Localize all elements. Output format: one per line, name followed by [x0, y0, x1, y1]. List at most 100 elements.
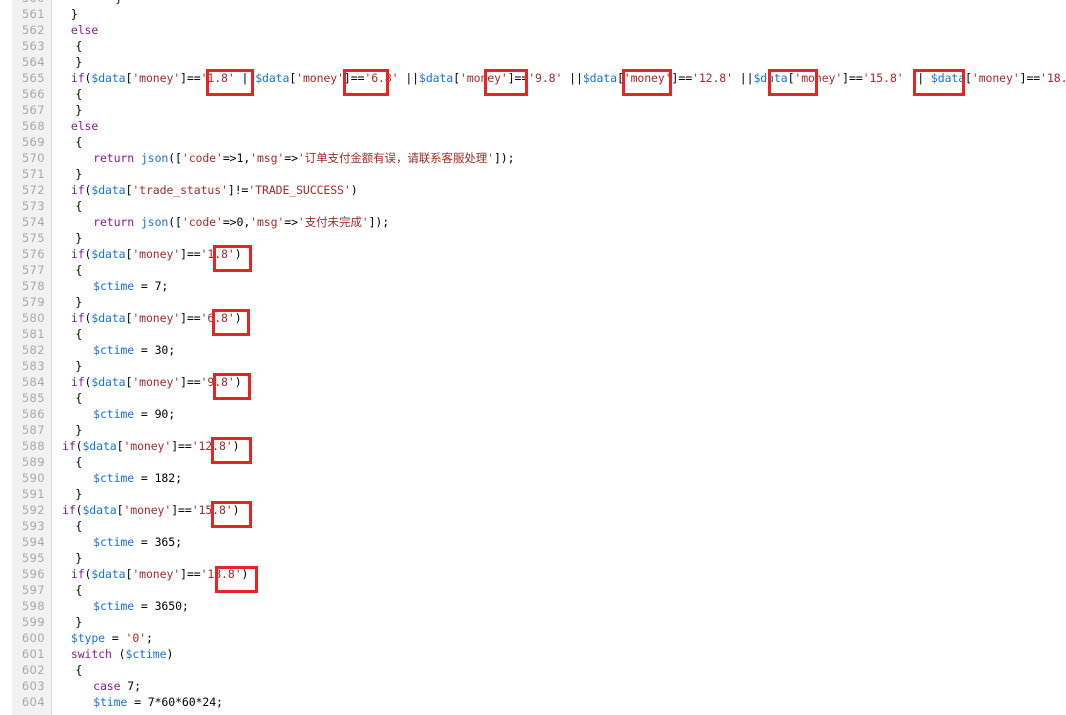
code-line[interactable]: 584 if($data['money']=='9.8')	[0, 374, 1066, 390]
code-line[interactable]: 597 {	[0, 582, 1066, 598]
line-number: 571	[21, 167, 45, 181]
code-line[interactable]: 571}	[0, 166, 1066, 182]
line-number: 586	[21, 407, 45, 421]
code-line[interactable]: 573 {	[0, 198, 1066, 214]
code-line[interactable]: 596 if($data['money']=='18.8')	[0, 566, 1066, 582]
code-lines-container[interactable]: 560}561}562else563{564}565if($data['mone…	[0, 0, 1066, 710]
code-text[interactable]: if($data['money']=='1.8' ||$data['money'…	[71, 70, 1066, 86]
code-text[interactable]: if($data['money']=='1.8')	[71, 246, 242, 262]
code-line[interactable]: 601 switch ($ctime)	[0, 646, 1066, 662]
code-line[interactable]: 578 $ctime = 7;	[0, 278, 1066, 294]
code-line[interactable]: 603 case 7;	[0, 678, 1066, 694]
code-text[interactable]: if($data['money']=='18.8')	[71, 566, 249, 582]
code-line[interactable]: 600 $type = '0';	[0, 630, 1066, 646]
code-text[interactable]: {	[75, 86, 82, 102]
code-text[interactable]: $time = 7*60*60*24;	[93, 694, 223, 710]
code-text[interactable]: }	[75, 422, 82, 438]
code-line[interactable]: 602 {	[0, 662, 1066, 678]
code-text[interactable]: {	[75, 198, 82, 214]
line-number: 602	[21, 663, 45, 677]
code-text[interactable]: {	[75, 454, 82, 470]
code-line[interactable]: 561}	[0, 6, 1066, 22]
code-line[interactable]: 595}	[0, 550, 1066, 566]
code-line[interactable]: 587}	[0, 422, 1066, 438]
code-text[interactable]: {	[75, 326, 82, 342]
code-text[interactable]: switch ($ctime)	[71, 646, 173, 662]
code-text[interactable]: if($data['money']=='9.8')	[71, 374, 242, 390]
code-line[interactable]: 562 else	[0, 22, 1066, 38]
code-text[interactable]: return json(['code'=>1,'msg'=>'订单支付金额有误，…	[93, 150, 514, 166]
code-text[interactable]: }	[75, 358, 82, 374]
code-line[interactable]: 589 {	[0, 454, 1066, 470]
code-text[interactable]: $ctime = 365;	[93, 534, 182, 550]
code-line[interactable]: 577 {	[0, 262, 1066, 278]
code-text[interactable]: $ctime = 182;	[93, 470, 182, 486]
code-line[interactable]: 566 {	[0, 86, 1066, 102]
code-text[interactable]: }	[75, 166, 82, 182]
code-text[interactable]: {	[75, 662, 82, 678]
code-line[interactable]: 579}	[0, 294, 1066, 310]
line-number: 573	[21, 199, 45, 213]
code-text[interactable]: {	[75, 262, 82, 278]
code-text[interactable]: $ctime = 30;	[93, 342, 175, 358]
code-line[interactable]: 585 {	[0, 390, 1066, 406]
code-line[interactable]: 583}	[0, 358, 1066, 374]
code-line[interactable]: 572 if($data['trade_status']!='TRADE_SUCC…	[0, 182, 1066, 198]
code-line[interactable]: 568 else	[0, 118, 1066, 134]
code-text[interactable]: }	[71, 6, 78, 22]
code-line[interactable]: 564}	[0, 54, 1066, 70]
code-text[interactable]: else	[71, 118, 98, 134]
code-line[interactable]: 586 $ctime = 90;	[0, 406, 1066, 422]
code-line[interactable]: 593 {	[0, 518, 1066, 534]
line-number: 603	[21, 679, 45, 693]
code-line[interactable]: 604 $time = 7*60*60*24;	[0, 694, 1066, 710]
code-line[interactable]: 592 if($data['money']=='15.8')	[0, 502, 1066, 518]
code-line[interactable]: 598 $ctime = 3650;	[0, 598, 1066, 614]
code-line[interactable]: 567}	[0, 102, 1066, 118]
code-text[interactable]: $ctime = 7;	[93, 278, 168, 294]
code-text[interactable]: {	[75, 518, 82, 534]
code-text[interactable]: }	[75, 614, 82, 630]
code-text[interactable]: if($data['money']=='15.8')	[62, 502, 240, 518]
code-line[interactable]: 588 if($data['money']=='12.8')	[0, 438, 1066, 454]
line-number: 582	[21, 343, 45, 357]
code-text[interactable]: $ctime = 90;	[93, 406, 175, 422]
code-text[interactable]: {	[75, 38, 82, 54]
code-line[interactable]: 594 $ctime = 365;	[0, 534, 1066, 550]
code-line[interactable]: 570 return json(['code'=>1,'msg'=>'订单支付金额…	[0, 150, 1066, 166]
code-line[interactable]: 581 {	[0, 326, 1066, 342]
code-text[interactable]: if($data['money']=='12.8')	[62, 438, 240, 454]
code-line[interactable]: 565 if($data['money']=='1.8' ||$data['mon…	[0, 70, 1066, 86]
code-text[interactable]: else	[71, 22, 98, 38]
code-text[interactable]: }	[75, 102, 82, 118]
code-editor[interactable]: 560}561}562else563{564}565if($data['mone…	[0, 0, 1066, 715]
code-line[interactable]: 591}	[0, 486, 1066, 502]
code-text[interactable]: }	[75, 294, 82, 310]
code-text[interactable]: }	[75, 486, 82, 502]
code-text[interactable]: {	[75, 582, 82, 598]
line-number: 593	[21, 519, 45, 533]
code-text[interactable]: $type = '0';	[71, 630, 153, 646]
code-line[interactable]: 582 $ctime = 30;	[0, 342, 1066, 358]
code-text[interactable]: {	[75, 390, 82, 406]
code-line[interactable]: 574 return json(['code'=>0,'msg'=>'支付未完成'…	[0, 214, 1066, 230]
code-text[interactable]: return json(['code'=>0,'msg'=>'支付未完成']);	[93, 214, 389, 230]
code-line[interactable]: 569 {	[0, 134, 1066, 150]
line-number: 592	[21, 503, 45, 517]
code-line[interactable]: 575}	[0, 230, 1066, 246]
code-text[interactable]: {	[75, 134, 82, 150]
code-line[interactable]: 580 if($data['money']=='6.8')	[0, 310, 1066, 326]
code-text[interactable]: }	[75, 230, 82, 246]
code-text[interactable]: if($data['money']=='6.8')	[71, 310, 242, 326]
code-text[interactable]: if($data['trade_status']!='TRADE_SUCCESS…	[71, 182, 358, 198]
code-line[interactable]: 599}	[0, 614, 1066, 630]
code-text[interactable]: $ctime = 3650;	[93, 598, 189, 614]
code-text[interactable]: }	[75, 54, 82, 70]
line-number: 581	[21, 327, 45, 341]
code-line[interactable]: 590 $ctime = 182;	[0, 470, 1066, 486]
code-line[interactable]: 563 {	[0, 38, 1066, 54]
code-text[interactable]: case 7;	[93, 678, 141, 694]
line-number: 566	[21, 87, 45, 101]
code-line[interactable]: 576 if($data['money']=='1.8')	[0, 246, 1066, 262]
code-text[interactable]: }	[75, 550, 82, 566]
